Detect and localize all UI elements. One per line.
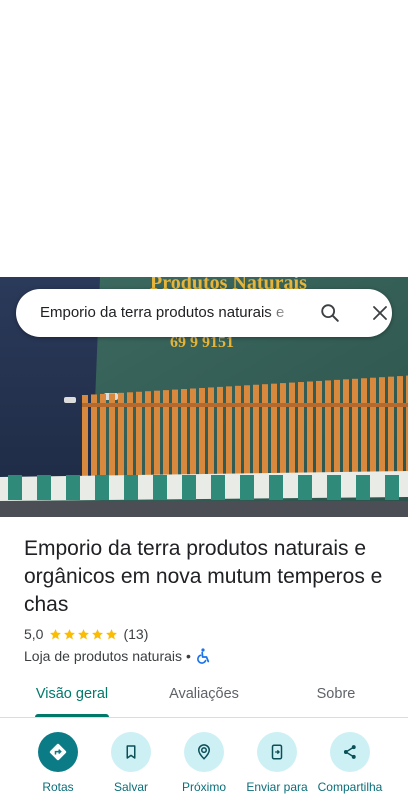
rating-stars [49,628,119,641]
send-to-phone-button[interactable]: Enviar para [237,732,317,794]
star-icon [78,628,90,639]
nearby-button[interactable]: Próximo [164,732,244,794]
close-icon [373,306,387,320]
star-icon [92,628,104,639]
share-label: Compartilha [317,780,383,794]
star-icon [50,628,62,639]
directions-button[interactable]: Rotas [18,732,98,794]
directions-label: Rotas [42,780,74,794]
tab-reviews[interactable]: Avaliações [154,674,254,718]
separator-dot: • [186,648,191,664]
save-button[interactable]: Salvar [91,732,171,794]
search-button[interactable] [310,289,350,337]
bookmark-icon [126,745,136,759]
nearby-icon [197,744,211,760]
share-button[interactable]: Compartilha [310,732,390,794]
directions-icon [49,743,67,761]
share-icon [343,745,356,759]
place-sheet: { "search": { "query": "Emporio da terra… [0,0,408,794]
review-count[interactable]: (13) [123,626,148,642]
rating-row[interactable]: 5,0 (13) [24,624,148,644]
search-input[interactable]: Emporio da terra produtos naturais e [40,289,288,337]
search-bar[interactable]: Emporio da terra produtos naturais e [16,289,392,337]
nearby-label: Próximo [181,780,226,794]
place-title: Emporio da terra produtos naturais e org… [24,537,383,616]
star-icon [64,628,76,639]
clear-search-button[interactable] [360,289,400,337]
action-bar: Rotas Salvar Próximo Enviar para Compart… [0,718,408,794]
star-icon [106,628,118,639]
place-category: Loja de produtos naturais [24,648,182,664]
place-tabs: Visão geral Avaliações Sobre [0,674,408,718]
send-to-phone-label: Enviar para [246,780,308,794]
save-label: Salvar [113,780,148,794]
tab-about[interactable]: Sobre [290,674,382,718]
wheelchair-accessible-icon [197,648,210,664]
rating-value: 5,0 [24,626,44,642]
send-to-phone-icon [271,744,283,760]
category-row: Loja de produtos naturais • [24,646,210,666]
search-icon [321,304,339,322]
search-fade [266,295,296,331]
active-tab-indicator [35,714,109,717]
tab-overview[interactable]: Visão geral [22,674,122,718]
